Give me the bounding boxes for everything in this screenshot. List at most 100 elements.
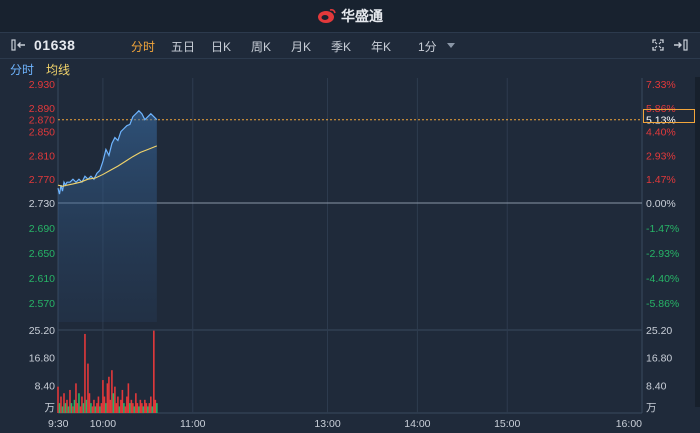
volume-bar (60, 396, 62, 413)
price-tick-label: 2.930 (29, 79, 55, 91)
x-tick-label: 16:00 (616, 418, 642, 430)
percent-tick-label: -4.40% (646, 273, 679, 285)
volume-tick-label: 16.80 (646, 353, 672, 365)
volume-bar (147, 406, 149, 413)
percent-tick-label: 1.47% (646, 174, 676, 186)
volume-bar (81, 396, 83, 413)
volume-bar (120, 399, 122, 413)
price-tick-label: 2.890 (29, 103, 55, 115)
volume-bar (135, 393, 137, 413)
price-tick-label: 2.570 (29, 298, 55, 310)
volume-bar (93, 399, 95, 413)
volume-bar (132, 403, 134, 413)
volume-bar (73, 399, 76, 413)
volume-bar (153, 330, 155, 413)
x-tick-label: 15:00 (494, 418, 520, 430)
volume-bar (115, 403, 118, 413)
volume-bar (136, 403, 139, 413)
volume-bar (97, 396, 100, 413)
volume-bar (72, 406, 74, 413)
price-area-fill (58, 110, 157, 323)
volume-tick-label: 16.80 (29, 353, 55, 365)
volume-bar (154, 399, 157, 413)
volume-bar (94, 406, 97, 413)
volume-bar (106, 383, 109, 413)
x-tick-label: 14:00 (404, 418, 430, 430)
volume-bar (63, 393, 65, 413)
volume-bar (66, 399, 68, 413)
volume-bar (156, 403, 158, 413)
volume-bar (117, 396, 119, 413)
volume-bar (99, 406, 101, 413)
volume-bar (150, 396, 152, 413)
volume-tick-label: 8.40 (35, 380, 56, 392)
volume-bar (144, 399, 146, 413)
volume-bar (109, 399, 112, 413)
volume-bar (102, 380, 104, 413)
volume-bar (139, 399, 142, 413)
volume-bar (112, 393, 115, 413)
crosshair-price-label: 2.870 (29, 115, 55, 127)
price-tick-label: 2.650 (29, 248, 55, 260)
percent-tick-label: 2.93% (646, 150, 676, 162)
percent-tick-label: -1.47% (646, 223, 679, 235)
volume-tick-label: 8.40 (646, 380, 667, 392)
volume-bar (133, 406, 136, 413)
volume-bar (142, 406, 145, 413)
intraday-chart: 2.930 2.890 2.850 2.810 2.770 2.730 2.690 2.650… (29, 78, 679, 430)
volume-tick-label: 25.20 (646, 325, 672, 337)
volume-unit-label: 万 (45, 402, 56, 414)
volume-bar (129, 403, 131, 413)
volume-bar (138, 406, 140, 413)
volume-bar (151, 406, 154, 413)
price-tick-label: 2.730 (29, 198, 55, 210)
volume-bar (124, 406, 127, 413)
volume-bar (105, 403, 107, 413)
volume-tick-label: 25.20 (29, 325, 55, 337)
volume-bar (85, 399, 88, 413)
volume-bar (82, 403, 85, 413)
volume-bar (58, 403, 61, 413)
volume-bar (78, 393, 80, 413)
volume-bar (67, 406, 70, 413)
volume-bar (84, 333, 86, 413)
price-tick-label: 2.770 (29, 174, 55, 186)
percent-tick-label: 4.40% (646, 127, 676, 139)
percent-tick-label: 7.33% (646, 79, 676, 91)
volume-bar (69, 389, 71, 413)
volume-bar (130, 399, 133, 413)
scrollbar[interactable] (695, 77, 700, 407)
price-tick-label: 2.610 (29, 273, 55, 285)
volume-bar (126, 396, 128, 413)
volume-bars (57, 330, 158, 413)
volume-bar (57, 386, 59, 413)
volume-bar (111, 370, 113, 413)
volume-bar (87, 363, 89, 413)
volume-bar (61, 406, 64, 413)
x-tick-label: 9:30 (48, 418, 69, 430)
volume-bar (79, 406, 82, 413)
volume-bar (123, 403, 125, 413)
price-area (58, 110, 157, 323)
price-tick-label: 2.690 (29, 223, 55, 235)
volume-bar (88, 393, 91, 413)
volume-bar (64, 403, 67, 413)
volume-bar (91, 406, 94, 413)
volume-bar (96, 403, 98, 413)
volume-bar (76, 403, 79, 413)
volume-unit-label: 万 (646, 402, 657, 414)
price-tick-label: 2.810 (29, 150, 55, 162)
volume-bar (100, 403, 103, 413)
x-tick-label: 10:00 (90, 418, 116, 430)
price-tick-label: 2.850 (29, 127, 55, 139)
volume-bar (90, 403, 92, 413)
volume-bar (103, 396, 106, 413)
crosshair-marker (643, 109, 695, 123)
percent-tick-label: -2.93% (646, 248, 679, 260)
volume-bar (141, 403, 143, 413)
x-tick-label: 11:00 (180, 418, 206, 430)
volume-bar (145, 403, 148, 413)
volume-bar (108, 376, 110, 413)
volume-bar (127, 383, 130, 413)
percent-tick-label: -5.86% (646, 298, 679, 310)
